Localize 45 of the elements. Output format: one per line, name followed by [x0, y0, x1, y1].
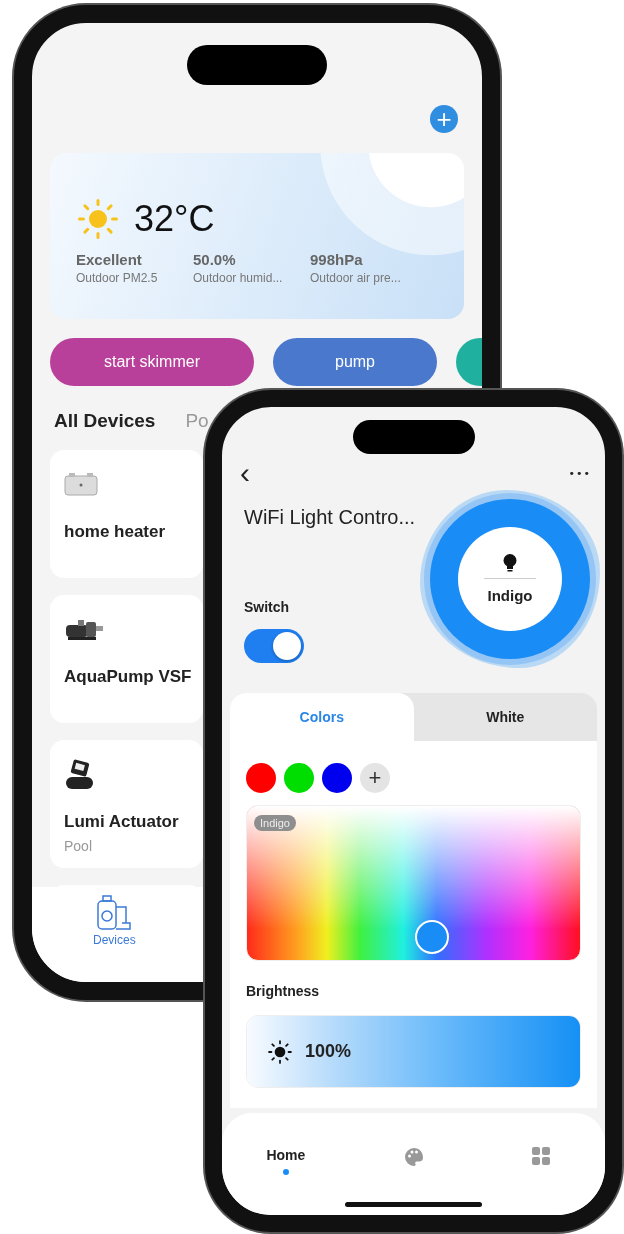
- device-name: Lumi Actuator: [64, 812, 179, 832]
- palette-icon: [403, 1147, 424, 1167]
- color-swatch[interactable]: [284, 763, 314, 793]
- active-dot: [282, 1169, 289, 1175]
- power-toggle[interactable]: [244, 629, 304, 663]
- weather-label: Outdoor PM2.5: [76, 271, 159, 285]
- switch-label: Switch: [244, 599, 291, 615]
- brightness-icon: [267, 1038, 293, 1065]
- sun-icon: [76, 197, 120, 241]
- device-room: Pool: [64, 838, 93, 854]
- device-tab[interactable]: All Devices: [54, 410, 156, 432]
- more-button[interactable]: •••: [568, 466, 591, 480]
- pump-icon: [64, 619, 104, 641]
- brightness-label: Brightness: [246, 983, 321, 999]
- weather-value: Excellent: [76, 251, 143, 268]
- color-badge: Indigo: [254, 815, 296, 831]
- device-name: AquaPump VSF: [64, 667, 192, 687]
- picker-handle[interactable]: [415, 920, 449, 954]
- weather-value: 50.0%: [193, 251, 237, 268]
- actuator-icon: [64, 759, 94, 791]
- bulb-icon: [503, 554, 517, 572]
- color-swatch[interactable]: [246, 763, 276, 793]
- color-name: Indigo: [487, 587, 533, 604]
- device-name: home heater: [64, 522, 166, 542]
- mode-tab[interactable]: Colors: [230, 693, 414, 741]
- device-card[interactable]: AquaPump VSF: [50, 595, 203, 723]
- temperature: 32°C: [134, 198, 215, 240]
- color-dial[interactable]: Indigo: [420, 490, 600, 668]
- device-card[interactable]: Lumi Actuator Pool: [50, 740, 203, 868]
- mode-tab[interactable]: White: [413, 693, 597, 741]
- back-button[interactable]: ‹: [236, 458, 254, 488]
- weather-label: Outdoor air pre...: [310, 271, 402, 285]
- weather-value: 998hPa: [310, 251, 364, 268]
- brightness-slider[interactable]: 100%: [246, 1015, 581, 1088]
- scene-button[interactable]: pump: [273, 338, 437, 386]
- color-swatch[interactable]: [322, 763, 352, 793]
- scene-button[interactable]: start skimmer: [50, 338, 254, 386]
- device-title: WiFi Light Contro...: [244, 506, 416, 529]
- devices-tab[interactable]: Devices: [87, 887, 142, 982]
- device-card[interactable]: home heater: [50, 450, 203, 578]
- brightness-value: 100%: [305, 1041, 352, 1062]
- grid-icon: [532, 1147, 551, 1165]
- heater-icon: [64, 473, 98, 497]
- add-color-button[interactable]: +: [360, 763, 390, 793]
- weather-label: Outdoor humid...: [193, 271, 284, 285]
